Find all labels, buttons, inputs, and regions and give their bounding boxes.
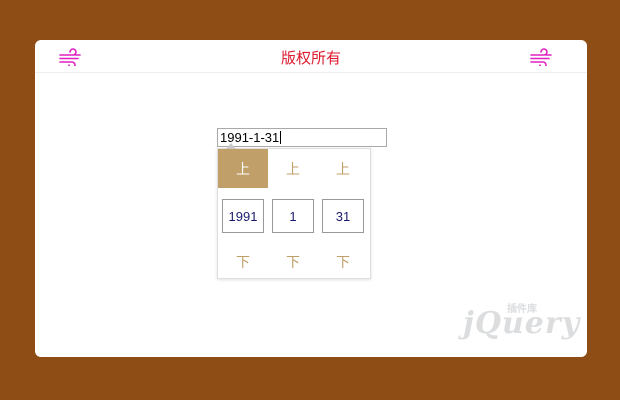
day-cell: 31 bbox=[318, 198, 368, 234]
day-down-button[interactable]: 下 bbox=[318, 246, 368, 278]
page-title: 版权所有 bbox=[280, 49, 341, 67]
month-up-button[interactable]: 上 bbox=[268, 149, 318, 188]
up-button-row: 上 上 上 bbox=[218, 149, 370, 188]
value-row: 1991 1 31 bbox=[218, 198, 370, 234]
wind-icon[interactable] bbox=[529, 48, 553, 66]
year-cell: 1991 bbox=[218, 198, 268, 234]
watermark-cn: 插件库 bbox=[507, 304, 537, 315]
jquery-watermark-logo: jQuery 插件库 bbox=[445, 304, 583, 350]
date-picker-popup: 上 上 上 1991 1 31 下 下 下 bbox=[217, 143, 371, 279]
day-value[interactable]: 31 bbox=[322, 199, 364, 233]
main-card: 版权所有 1991-1-31 上 上 上 1991 1 31 下 下 下 jQu… bbox=[35, 40, 587, 357]
month-cell: 1 bbox=[268, 198, 318, 234]
day-up-button[interactable]: 上 bbox=[318, 149, 368, 188]
month-value[interactable]: 1 bbox=[272, 199, 314, 233]
date-input[interactable]: 1991-1-31 bbox=[217, 128, 387, 147]
down-button-row: 下 下 下 bbox=[218, 246, 370, 278]
header-bar: 版权所有 bbox=[35, 40, 587, 73]
year-down-button[interactable]: 下 bbox=[218, 246, 268, 278]
month-down-button[interactable]: 下 bbox=[268, 246, 318, 278]
year-value[interactable]: 1991 bbox=[222, 199, 264, 233]
text-caret bbox=[280, 131, 282, 144]
year-up-button[interactable]: 上 bbox=[218, 149, 268, 188]
